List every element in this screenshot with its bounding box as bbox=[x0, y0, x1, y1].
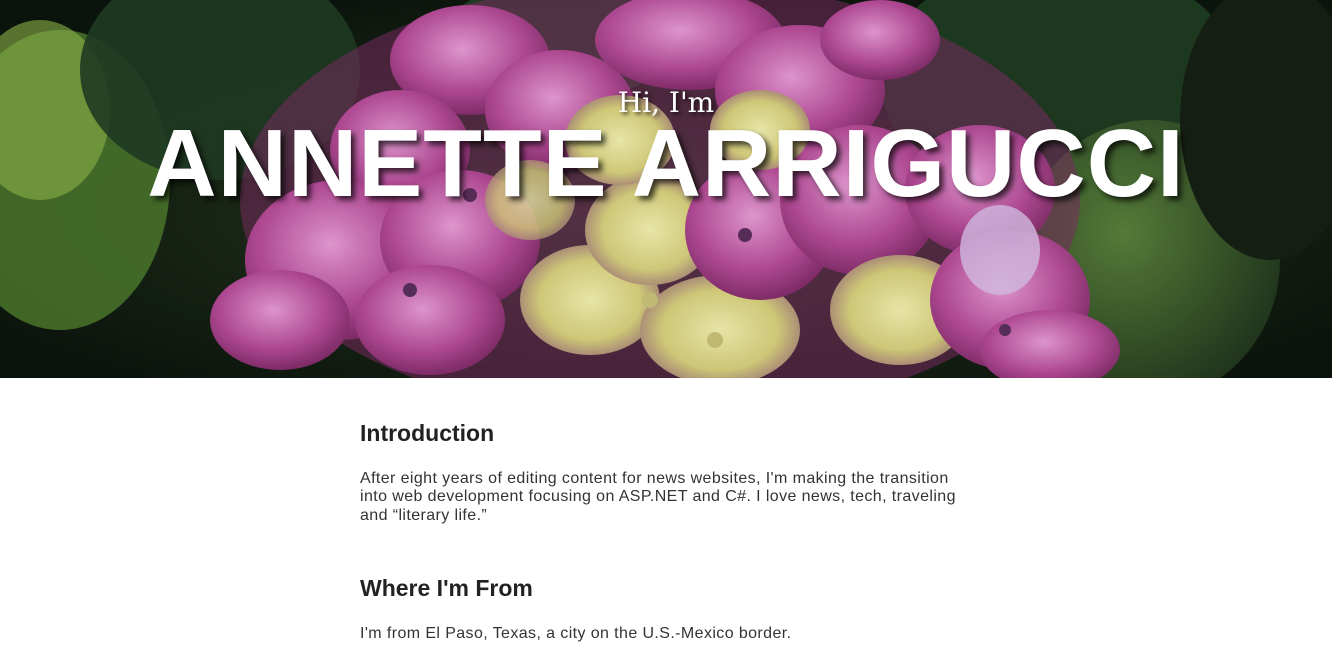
hero-banner: Hi, I'm ANNETTE ARRIGUCCI bbox=[0, 0, 1332, 378]
section-where-from: Where I'm From I'm from El Paso, Texas, … bbox=[360, 575, 960, 643]
section-body: I'm from El Paso, Texas, a city on the U… bbox=[360, 624, 792, 642]
section-heading: Introduction bbox=[360, 420, 495, 446]
section-body: After eight years of editing content for… bbox=[360, 469, 956, 524]
hero-name-title: ANNETTE ARRIGUCCI bbox=[147, 110, 1185, 217]
main-content: Introduction After eight years of editin… bbox=[360, 420, 960, 643]
section-heading: Where I'm From bbox=[360, 575, 533, 602]
section-introduction: Introduction After eight years of editin… bbox=[360, 420, 960, 525]
